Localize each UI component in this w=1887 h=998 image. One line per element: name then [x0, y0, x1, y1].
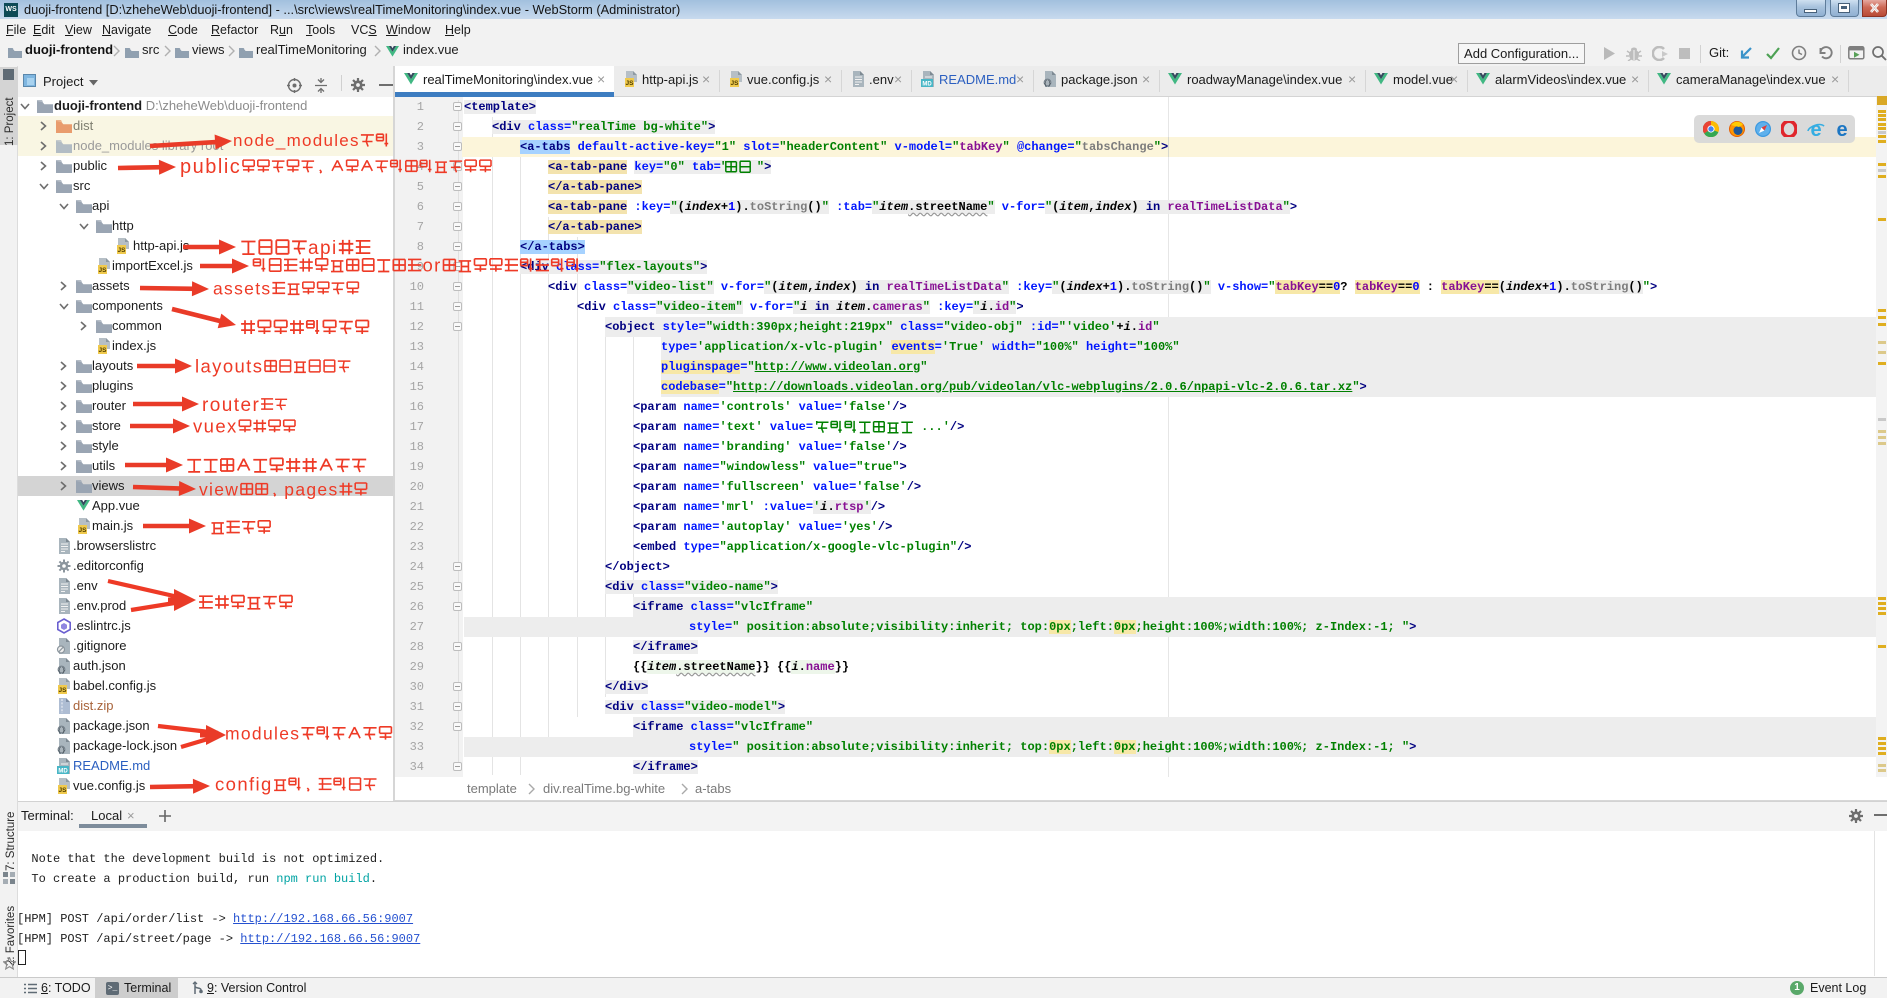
svg-text:assets: assets	[213, 278, 271, 298]
svg-text:config: config	[215, 774, 273, 795]
svg-text:pages: pages	[284, 479, 338, 499]
svg-text:or: or	[423, 255, 442, 276]
svg-text:router: router	[202, 395, 260, 416]
svg-text:vuex: vuex	[193, 416, 238, 437]
svg-text:layouts: layouts	[195, 356, 263, 377]
svg-text:view: view	[199, 479, 239, 499]
svg-text:public: public	[180, 156, 241, 178]
svg-text:node_modules: node_modules	[233, 131, 360, 150]
svg-text:api: api	[308, 238, 338, 259]
svg-text:modules: modules	[225, 723, 300, 743]
